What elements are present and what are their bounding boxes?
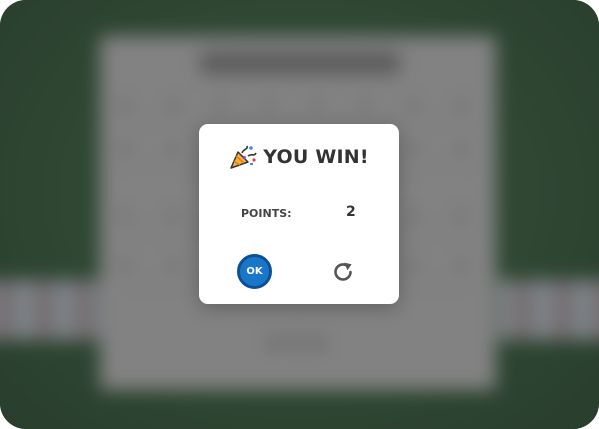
win-title: YOU WIN! (263, 146, 369, 168)
ok-button[interactable]: OK (237, 254, 272, 289)
game-window: YOU WIN! POINTS: 2 OK (0, 0, 599, 429)
party-popper-icon (230, 145, 257, 169)
refresh-icon (334, 262, 352, 281)
replay-button[interactable] (330, 259, 356, 285)
points-label: POINTS: (241, 207, 292, 220)
win-dialog-header: YOU WIN! (199, 142, 399, 172)
win-dialog: YOU WIN! POINTS: 2 OK (199, 124, 399, 304)
points-value: 2 (346, 204, 356, 220)
